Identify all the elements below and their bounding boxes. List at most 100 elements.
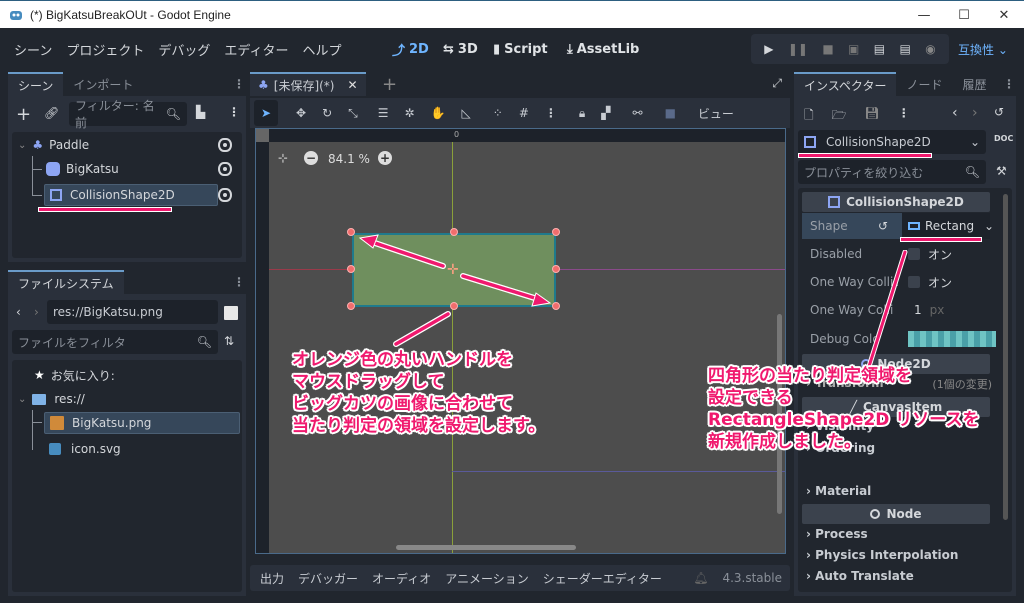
save-icon[interactable]: 💾︎	[865, 106, 880, 127]
move-tool-icon[interactable]: ✥	[296, 106, 306, 120]
scale-tool-icon[interactable]: ⤡	[348, 106, 358, 121]
path-input[interactable]: res://BigKatsu.png	[47, 300, 218, 324]
remote-debug-icon[interactable]: ▣	[848, 42, 859, 56]
file-filter-input[interactable]: ファイルをフィルタ 🔍︎	[12, 330, 218, 354]
menu-debug[interactable]: デバッグ	[158, 40, 210, 59]
play-icon[interactable]: ▶	[764, 42, 773, 56]
lock-icon[interactable]: 🔒︎	[579, 106, 585, 121]
chevron-down-icon[interactable]: ⌄	[984, 219, 994, 233]
tab-audio[interactable]: オーディオ	[372, 570, 431, 587]
tab-history[interactable]: 履歴	[952, 72, 996, 96]
menu-help[interactable]: ヘルプ	[302, 40, 341, 59]
workspace-assetlib-button[interactable]: ⤓ AssetLib	[567, 28, 639, 70]
tab-debugger[interactable]: デバッガー	[298, 570, 358, 587]
tab-import[interactable]: インポート	[63, 72, 143, 96]
debug-color-swatch[interactable]	[908, 331, 996, 347]
workspace-3d-button[interactable]: ⇆ 3D	[443, 28, 478, 70]
file-item[interactable]: BigKatsu.png	[44, 412, 240, 434]
distraction-free-icon[interactable]: ⤢	[772, 76, 782, 91]
object-history-icon[interactable]: ↺	[994, 105, 1004, 119]
shape-resource-picker[interactable]: Rectang	[902, 213, 990, 239]
attach-script-icon[interactable]: ▙	[196, 105, 205, 119]
visibility-eye-icon[interactable]	[218, 188, 232, 202]
maximize-button[interactable]: ☐	[944, 1, 984, 29]
tab-animation[interactable]: アニメーション	[445, 570, 529, 587]
canvas-viewport[interactable]: 0 ⊹ − 84.1 % + ✛	[255, 128, 786, 554]
collapse-arrow-icon[interactable]: ⌄	[18, 394, 26, 405]
pan-tool-icon[interactable]: ✋	[431, 106, 446, 120]
object-selector[interactable]: CollisionShape2D ⌄	[798, 130, 986, 154]
tools-icon[interactable]: ⚒	[996, 164, 1007, 178]
workspace-2d-button[interactable]: ⤴ 2D	[392, 28, 429, 70]
workspace-script-button[interactable]: ▮ Script	[493, 28, 548, 70]
group-auto-translate[interactable]: › Auto Translate	[806, 569, 914, 583]
tab-node[interactable]: ノード	[896, 72, 952, 96]
pause-icon[interactable]: ❚❚	[788, 42, 808, 56]
ruler-tool-icon[interactable]: ◺	[462, 106, 471, 120]
group-physics-interpolation[interactable]: › Physics Interpolation	[806, 548, 958, 562]
renderer-select[interactable]: 互換性 ⌄	[958, 41, 1008, 58]
play-custom-scene-icon[interactable]: ▤	[900, 42, 911, 56]
history-back-icon[interactable]: ‹	[952, 105, 958, 121]
tree-node-bigkatsu[interactable]: BigKatsu	[12, 158, 242, 180]
select-tool-icon[interactable]: ➤	[254, 100, 278, 126]
visibility-eye-icon[interactable]	[218, 162, 232, 176]
new-resource-icon[interactable]: 🗋︎	[804, 106, 814, 127]
pivot-tool-icon[interactable]: ✲	[405, 106, 415, 120]
inspector-menu-icon[interactable]: ⋮	[898, 106, 910, 127]
dock-menu-icon[interactable]: ⋮	[232, 72, 246, 96]
menu-project[interactable]: プロジェクト	[66, 40, 144, 59]
back-icon[interactable]: ‹	[16, 305, 21, 319]
stop-icon[interactable]: ■	[822, 42, 833, 56]
tab-scene[interactable]: シーン	[8, 72, 64, 96]
menu-editor[interactable]: エディター	[224, 40, 288, 59]
view-menu[interactable]: ビュー	[698, 105, 734, 122]
snap-options-icon[interactable]: ⋮	[545, 106, 557, 120]
tree-node-collisionshape2d[interactable]: CollisionShape2D	[44, 184, 218, 206]
file-item[interactable]: icon.svg	[44, 438, 240, 460]
property-filter-input[interactable]: プロパティを絞り込む 🔍︎	[798, 160, 986, 184]
link-icon[interactable]: 🔗︎	[44, 106, 59, 120]
minimize-button[interactable]: —	[904, 1, 944, 29]
movie-maker-icon[interactable]: ◉	[925, 42, 935, 56]
forward-icon[interactable]: ›	[34, 305, 39, 319]
favorites-item[interactable]: ★ お気に入り:	[12, 364, 242, 386]
tab-filesystem[interactable]: ファイルシステム	[8, 270, 124, 294]
add-node-icon[interactable]: +	[16, 104, 31, 125]
inspector-scrollbar[interactable]	[1003, 194, 1008, 520]
revert-icon[interactable]: ↺	[878, 219, 888, 233]
rotate-tool-icon[interactable]: ↻	[322, 106, 332, 120]
doc-icon[interactable]: DOC	[994, 134, 1013, 143]
scene-filter-input[interactable]: フィルター: 名前 🔍︎	[69, 99, 187, 130]
open-folder-icon[interactable]: 🗁︎	[832, 106, 847, 127]
group-material[interactable]: › Material	[806, 484, 871, 498]
grid-snap-icon[interactable]: #	[519, 106, 529, 120]
group-icon[interactable]: ▞	[601, 106, 610, 120]
scene-tab[interactable]: ♣ [未保存](*) ✕	[250, 72, 366, 96]
tab-shader-editor[interactable]: シェーダーエディター	[543, 570, 662, 587]
collapse-arrow-icon[interactable]: ⌄	[18, 140, 26, 151]
sort-icon[interactable]: ⇅	[224, 334, 234, 348]
close-window-button[interactable]: ✕	[984, 1, 1024, 29]
dock-menu-icon[interactable]: ⋮	[1002, 72, 1016, 96]
folder-res[interactable]: ⌄ res://	[12, 388, 242, 410]
smart-snap-icon[interactable]: ⁘	[493, 106, 503, 120]
play-scene-icon[interactable]: ▤	[874, 42, 885, 56]
add-tab-icon[interactable]: +	[382, 74, 397, 95]
menu-scene[interactable]: シーン	[14, 40, 52, 59]
tab-inspector[interactable]: インスペクター	[794, 72, 897, 96]
list-select-icon[interactable]: ☰	[378, 106, 389, 120]
history-forward-icon[interactable]: ›	[972, 105, 978, 121]
tab-output[interactable]: 出力	[260, 570, 284, 587]
scene-menu-icon[interactable]: ⋮	[228, 105, 240, 119]
bone-icon[interactable]: ⚯	[633, 106, 643, 120]
split-mode-icon[interactable]	[224, 306, 238, 320]
tree-node-paddle[interactable]: ⌄ ♣ Paddle	[12, 134, 242, 156]
group-process[interactable]: › Process	[806, 527, 868, 541]
camera-icon[interactable]: ■	[665, 106, 676, 120]
close-tab-icon[interactable]: ✕	[348, 78, 358, 92]
notification-bell-icon[interactable]: 🔔︎	[693, 571, 708, 585]
visibility-eye-icon[interactable]	[218, 138, 232, 152]
dock-menu-icon[interactable]: ⋮	[232, 270, 246, 294]
horizontal-scrollbar[interactable]	[396, 545, 576, 550]
